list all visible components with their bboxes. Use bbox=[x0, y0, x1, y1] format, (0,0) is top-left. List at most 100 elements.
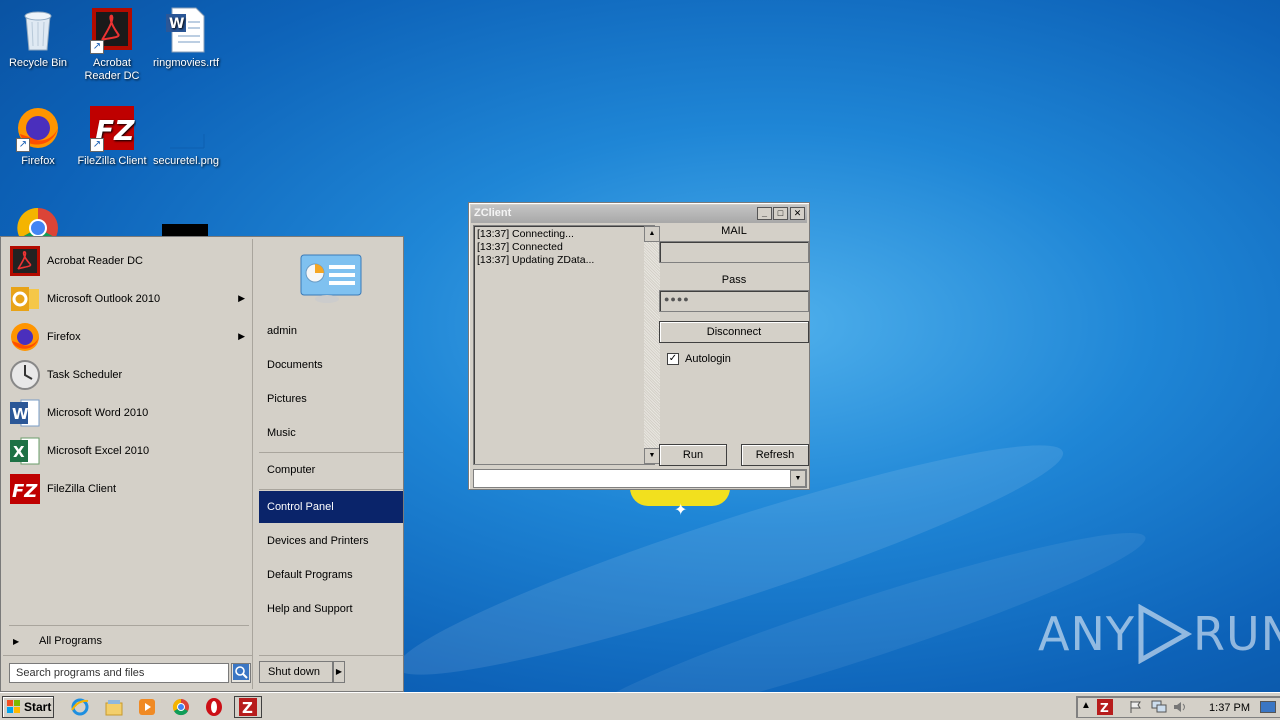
start-item-label: Microsoft Excel 2010 bbox=[47, 445, 150, 457]
start-item-label: Firefox bbox=[47, 331, 81, 343]
scroll-up-icon[interactable]: ▲ bbox=[644, 226, 660, 242]
start-item-label: Microsoft Outlook 2010 bbox=[47, 293, 161, 305]
start-right-label: Control Panel bbox=[267, 501, 334, 513]
mail-label: MAIL bbox=[721, 225, 747, 237]
start-right-devices-printers[interactable]: Devices and Printers bbox=[259, 525, 403, 557]
zclient-log[interactable]: [13:37] Connecting... [13:37] Connected … bbox=[473, 225, 660, 465]
divider bbox=[3, 655, 253, 656]
search-input[interactable]: Search programs and files bbox=[9, 663, 229, 683]
ie-icon[interactable] bbox=[70, 697, 90, 717]
network-icon[interactable] bbox=[1151, 700, 1167, 714]
watermark-right: RUN bbox=[1192, 607, 1280, 661]
start-item-excel[interactable]: X Microsoft Excel 2010 bbox=[9, 433, 249, 469]
svg-text:Z: Z bbox=[242, 699, 253, 717]
desktop-icon-ringmovies[interactable]: W ringmovies.rtf bbox=[148, 6, 224, 70]
svg-text:W: W bbox=[169, 16, 184, 32]
all-programs-label: All Programs bbox=[39, 635, 102, 647]
volume-icon[interactable] bbox=[1173, 700, 1187, 714]
start-item-label: Acrobat Reader DC bbox=[47, 255, 143, 267]
shutdown-button[interactable]: Shut down bbox=[259, 661, 333, 683]
explorer-icon[interactable] bbox=[104, 697, 124, 717]
start-right-documents[interactable]: Documents bbox=[259, 349, 403, 381]
chrome-icon[interactable] bbox=[171, 697, 191, 717]
zclient-tray-icon[interactable]: Z bbox=[1097, 699, 1113, 715]
flag-icon[interactable] bbox=[1129, 700, 1143, 714]
start-menu: Acrobat Reader DC Microsoft Outlook 2010… bbox=[0, 236, 404, 692]
start-menu-places-pane: admin Documents Pictures Music Computer … bbox=[257, 239, 403, 689]
zclient-window: ZClient _ □ ✕ [13:37] Connecting... [13:… bbox=[468, 202, 810, 490]
start-item-outlook[interactable]: Microsoft Outlook 2010 ▶ bbox=[9, 281, 249, 317]
submenu-arrow-icon: ▶ bbox=[238, 331, 245, 341]
start-item-task-scheduler[interactable]: Task Scheduler bbox=[9, 357, 249, 393]
recycle-bin-icon bbox=[14, 6, 62, 54]
command-combobox[interactable]: ▼ bbox=[473, 469, 807, 488]
play-triangle-icon bbox=[1138, 604, 1193, 664]
show-hidden-icons-icon[interactable]: ▲ bbox=[1081, 700, 1091, 711]
excel-icon: X bbox=[9, 435, 41, 467]
dropdown-arrow-icon[interactable]: ▼ bbox=[790, 470, 806, 487]
start-menu-programs-pane: Acrobat Reader DC Microsoft Outlook 2010… bbox=[3, 239, 253, 689]
start-label: Start bbox=[24, 700, 52, 714]
start-button[interactable]: Start bbox=[2, 696, 54, 718]
log-line: [13:37] Connecting... bbox=[477, 228, 574, 240]
svg-text:W: W bbox=[12, 405, 29, 423]
shutdown-options-arrow-icon[interactable]: ▶ bbox=[333, 661, 345, 683]
start-item-filezilla[interactable]: FZ FileZilla Client bbox=[9, 471, 249, 507]
wallpaper-sparkle-icon: ✦ bbox=[674, 502, 688, 519]
divider bbox=[9, 625, 249, 626]
mail-field[interactable] bbox=[659, 241, 809, 263]
refresh-button[interactable]: Refresh bbox=[741, 444, 809, 466]
log-line: [13:37] Connected bbox=[477, 241, 563, 253]
word-document-icon: W bbox=[162, 6, 210, 54]
run-button[interactable]: Run bbox=[659, 444, 727, 466]
start-right-default-programs[interactable]: Default Programs bbox=[259, 559, 403, 591]
window-title: ZClient bbox=[474, 207, 512, 219]
password-field[interactable]: ●●●● bbox=[659, 290, 809, 312]
filezilla-icon: FZ bbox=[9, 473, 41, 505]
zclient-taskbar-button[interactable]: Z bbox=[234, 696, 262, 718]
start-item-label: Microsoft Word 2010 bbox=[47, 407, 149, 419]
log-scrollbar[interactable]: ▲ ▼ bbox=[644, 226, 660, 464]
start-right-control-panel[interactable]: Control Panel bbox=[259, 491, 403, 523]
start-right-admin[interactable]: admin bbox=[259, 315, 403, 347]
media-player-icon[interactable] bbox=[137, 697, 157, 717]
maximize-icon[interactable]: □ bbox=[773, 207, 788, 220]
start-right-music[interactable]: Music bbox=[259, 417, 403, 449]
desktop-icon-label: Firefox bbox=[21, 155, 55, 167]
desktop-icon-securetel[interactable]: securetel.png bbox=[148, 104, 224, 168]
divider bbox=[259, 489, 403, 490]
start-right-label: Default Programs bbox=[267, 569, 353, 581]
desktop-icon-firefox[interactable]: ↗ Firefox bbox=[0, 104, 76, 168]
shortcut-arrow-icon: ↗ bbox=[90, 138, 104, 152]
clock[interactable]: 1:37 PM bbox=[1209, 702, 1250, 714]
start-item-label: FileZilla Client bbox=[47, 483, 117, 495]
autologin-label: Autologin bbox=[685, 353, 731, 365]
opera-icon[interactable] bbox=[204, 697, 224, 717]
desktop-icon-acrobat[interactable]: ↗ Acrobat Reader DC bbox=[74, 6, 150, 83]
start-right-label: Devices and Printers bbox=[267, 535, 369, 547]
start-right-pictures[interactable]: Pictures bbox=[259, 383, 403, 415]
zclient-icon: Z bbox=[239, 698, 257, 717]
minimize-icon[interactable]: _ bbox=[757, 207, 772, 220]
desktop-icon-filezilla[interactable]: FZ ↗ FileZilla Client bbox=[74, 104, 150, 168]
desktop-icon-label: Acrobat Reader DC bbox=[84, 57, 140, 82]
autologin-checkbox[interactable]: ✓ Autologin bbox=[667, 353, 731, 365]
start-item-firefox[interactable]: Firefox ▶ bbox=[9, 319, 249, 355]
start-item-word[interactable]: W Microsoft Word 2010 bbox=[9, 395, 249, 431]
close-icon[interactable]: ✕ bbox=[790, 207, 805, 220]
desktop-icon-recycle-bin[interactable]: Recycle Bin bbox=[0, 6, 76, 70]
search-icon[interactable] bbox=[231, 663, 251, 683]
task-scheduler-icon bbox=[9, 359, 41, 391]
divider bbox=[259, 452, 403, 453]
start-right-computer[interactable]: Computer bbox=[259, 454, 403, 486]
start-right-label: admin bbox=[267, 325, 297, 337]
start-right-help-support[interactable]: Help and Support bbox=[259, 593, 403, 625]
system-tray: ▲ Z 1:37 PM bbox=[1076, 696, 1280, 718]
scroll-down-icon[interactable]: ▼ bbox=[644, 448, 660, 464]
all-programs-button[interactable]: ▶ All Programs bbox=[9, 631, 249, 651]
start-item-acrobat[interactable]: Acrobat Reader DC bbox=[9, 243, 249, 279]
show-desktop-icon[interactable] bbox=[1260, 701, 1276, 713]
disconnect-button[interactable]: Disconnect bbox=[659, 321, 809, 343]
zclient-title-bar[interactable]: ZClient _ □ ✕ bbox=[471, 205, 807, 223]
shortcut-arrow-icon: ↗ bbox=[90, 40, 104, 54]
